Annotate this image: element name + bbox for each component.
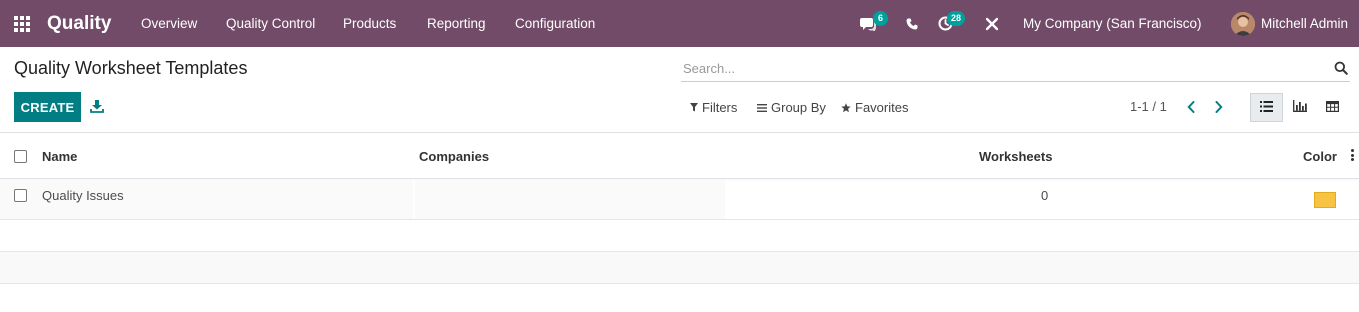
favorites-label: Favorites <box>855 100 909 115</box>
row-color-swatch[interactable] <box>1314 192 1336 208</box>
tools-close-icon[interactable] <box>985 0 999 47</box>
favorites-button[interactable]: Favorites <box>841 99 908 116</box>
page-title: Quality Worksheet Templates <box>14 58 248 78</box>
groupby-button[interactable]: Group By <box>757 99 826 116</box>
user-menu[interactable]: Mitchell Admin <box>1261 0 1348 47</box>
row-name[interactable]: Quality Issues <box>42 188 124 203</box>
groupby-label: Group By <box>771 100 826 115</box>
companies-cell-bg <box>415 180 725 219</box>
list-bars-icon <box>757 103 767 112</box>
filters-button[interactable]: Filters <box>690 99 737 116</box>
list-view-button[interactable] <box>1250 93 1283 122</box>
list-header: Name Companies Worksheets Color <box>0 133 1359 179</box>
optional-columns-icon[interactable] <box>1351 149 1355 161</box>
messages-badge: 6 <box>873 11 888 26</box>
menu-reporting[interactable]: Reporting <box>427 0 486 47</box>
messages-icon[interactable] <box>860 0 876 47</box>
download-icon[interactable] <box>90 99 104 113</box>
apps-menu-icon[interactable] <box>14 0 32 47</box>
graph-view-button[interactable] <box>1283 93 1316 122</box>
user-avatar[interactable] <box>1231 0 1255 47</box>
menu-products[interactable]: Products <box>343 0 396 47</box>
filter-icon <box>690 103 698 112</box>
list-view-icon <box>1260 100 1273 115</box>
column-header-worksheets[interactable]: Worksheets <box>979 149 1052 164</box>
search-bar <box>681 55 1350 82</box>
select-all-checkbox[interactable] <box>14 150 27 163</box>
empty-row <box>0 220 1359 252</box>
pager-previous-icon[interactable] <box>1185 99 1197 115</box>
activities-badge: 28 <box>947 11 966 26</box>
app-brand[interactable]: Quality <box>47 0 111 47</box>
star-icon <box>841 102 851 113</box>
empty-row <box>0 252 1359 284</box>
table-row[interactable]: Quality Issues 0 <box>0 180 1359 220</box>
search-icon[interactable] <box>1334 61 1348 75</box>
bar-chart-icon <box>1292 100 1307 115</box>
column-header-companies[interactable]: Companies <box>419 149 489 164</box>
pager-next-icon[interactable] <box>1213 99 1225 115</box>
filters-label: Filters <box>702 100 738 115</box>
menu-configuration[interactable]: Configuration <box>515 0 595 47</box>
create-button[interactable]: CREATE <box>14 92 81 122</box>
menu-overview[interactable]: Overview <box>141 0 197 47</box>
row-worksheets[interactable]: 0 <box>1041 188 1048 203</box>
table-grid-icon <box>1326 100 1340 115</box>
company-switcher[interactable]: My Company (San Francisco) <box>1023 0 1202 47</box>
row-checkbox[interactable] <box>14 189 27 202</box>
column-header-color[interactable]: Color <box>1303 149 1337 164</box>
column-header-name[interactable]: Name <box>42 149 77 164</box>
search-input[interactable] <box>683 59 1313 77</box>
top-navbar: Quality Overview Quality Control Product… <box>0 0 1359 47</box>
phone-icon[interactable] <box>906 0 918 47</box>
pivot-view-button[interactable] <box>1316 93 1349 122</box>
pager-value[interactable]: 1-1 / 1 <box>1130 99 1167 114</box>
menu-quality-control[interactable]: Quality Control <box>226 0 315 47</box>
